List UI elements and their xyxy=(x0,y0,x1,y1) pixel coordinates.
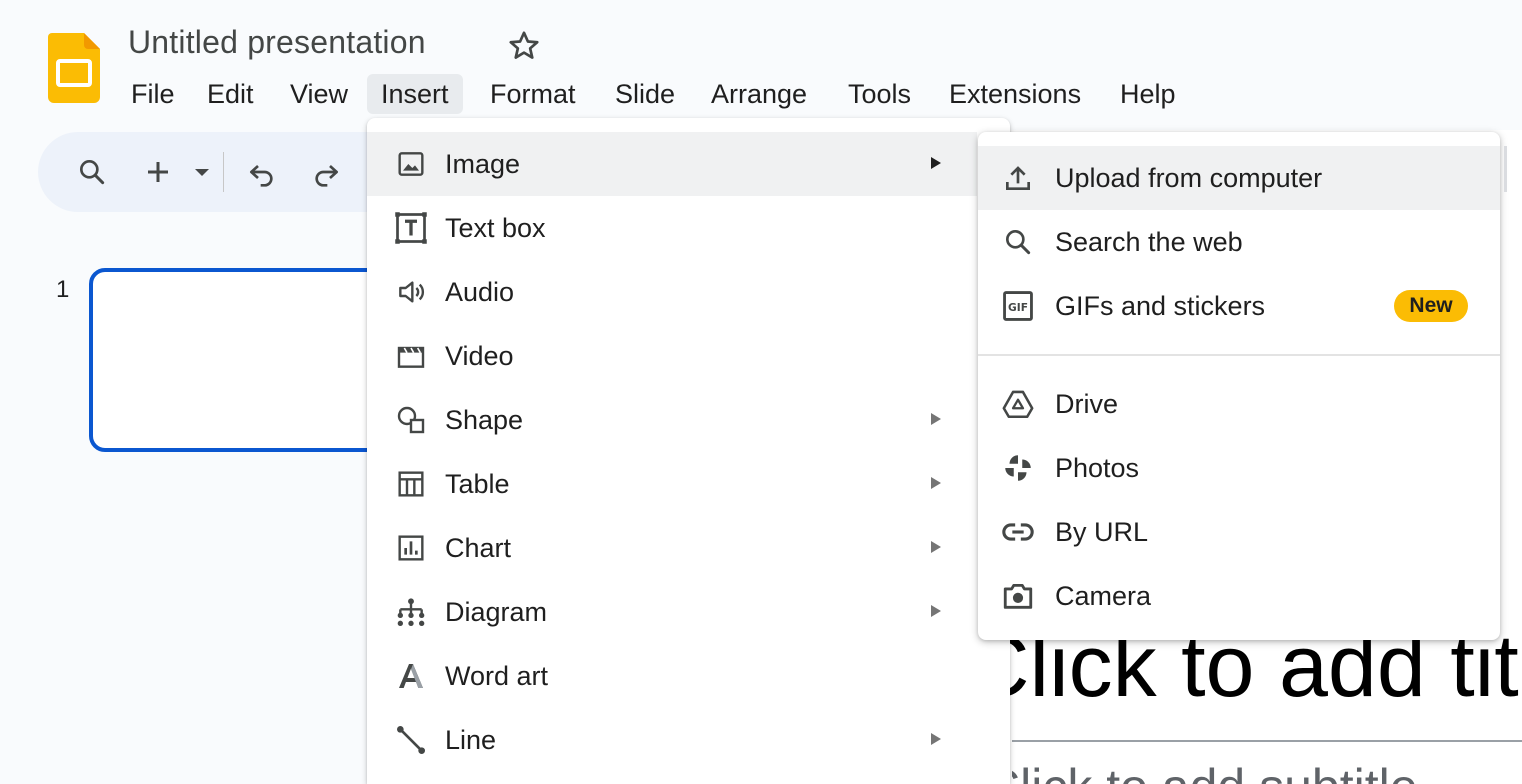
menu-extensions[interactable]: Extensions xyxy=(935,74,1095,114)
placeholder-divider xyxy=(1012,740,1522,742)
video-icon xyxy=(395,340,427,372)
insert-menu-item-table[interactable]: Table xyxy=(367,452,977,516)
link-icon xyxy=(1002,516,1034,548)
submenu-item-label: Search the web xyxy=(1055,227,1243,257)
menu-file[interactable]: File xyxy=(117,74,189,114)
star-icon[interactable] xyxy=(506,28,542,64)
line-icon xyxy=(395,724,427,756)
insert-menu-item-text-box[interactable]: Text box xyxy=(367,196,977,260)
svg-text:GIF: GIF xyxy=(1008,301,1028,314)
image-icon xyxy=(395,148,427,180)
submenu-scrollbar[interactable] xyxy=(1504,146,1507,192)
submenu-item-by-url[interactable]: By URL xyxy=(978,500,1500,564)
menu-insert[interactable]: Insert xyxy=(367,74,463,114)
google-slides-logo-icon[interactable] xyxy=(48,33,100,103)
submenu-arrow-icon xyxy=(929,729,943,749)
insert-menu-item-line[interactable]: Line xyxy=(367,708,977,772)
insert-menu-item-video[interactable]: Video xyxy=(367,324,977,388)
menu-slide[interactable]: Slide xyxy=(601,74,689,114)
submenu-arrow-icon xyxy=(929,153,943,173)
menu-help[interactable]: Help xyxy=(1106,74,1190,114)
submenu-item-label: Drive xyxy=(1055,389,1119,419)
menu-edit[interactable]: Edit xyxy=(193,74,268,114)
camera-icon xyxy=(1002,580,1034,612)
submenu-item-label: Camera xyxy=(1055,581,1152,611)
redo-icon[interactable] xyxy=(310,158,342,195)
image-submenu: Upload from computer Search the web GIF … xyxy=(978,132,1500,640)
insert-menu-item-shape[interactable]: Shape xyxy=(367,388,977,452)
undo-icon[interactable] xyxy=(246,158,278,195)
submenu-arrow-icon xyxy=(929,473,943,493)
insert-menu-item-label: Image xyxy=(445,149,521,179)
subtitle-placeholder[interactable]: Click to add subtitle xyxy=(1012,758,1522,784)
shape-icon xyxy=(395,404,427,436)
subtitle-placeholder-text: Click to add subtitle xyxy=(1012,758,1522,784)
insert-menu-item-word-art[interactable]: Word art xyxy=(367,644,977,708)
insert-menu-item-label: Shape xyxy=(445,405,524,435)
menu-view[interactable]: View xyxy=(276,74,362,114)
insert-menu-item-label: Table xyxy=(445,469,510,499)
submenu-item-upload-from-computer[interactable]: Upload from computer xyxy=(978,146,1500,210)
toolbar-divider xyxy=(223,152,224,192)
insert-menu-item-label: Word art xyxy=(445,661,549,691)
submenu-item-gifs-and-stickers[interactable]: GIF GIFs and stickers New xyxy=(978,274,1500,338)
submenu-item-label: Photos xyxy=(1055,453,1140,483)
insert-menu-item-label: Text box xyxy=(445,213,546,243)
gif-icon: GIF xyxy=(1002,290,1034,322)
insert-menu: Image Text box Audio Video Shape Table C… xyxy=(367,118,1010,784)
submenu-arrow-icon xyxy=(929,601,943,621)
menu-format[interactable]: Format xyxy=(476,74,590,114)
submenu-item-photos[interactable]: Photos xyxy=(978,436,1500,500)
submenu-arrow-icon xyxy=(929,537,943,557)
document-title[interactable]: Untitled presentation xyxy=(128,24,426,61)
insert-menu-item-diagram[interactable]: Diagram xyxy=(367,580,977,644)
dropdown-caret-icon[interactable] xyxy=(192,164,212,185)
submenu-item-camera[interactable]: Camera xyxy=(978,564,1500,628)
audio-icon xyxy=(395,276,427,308)
search-icon xyxy=(1002,226,1034,258)
table-icon xyxy=(395,468,427,500)
chart-icon xyxy=(395,532,427,564)
drive-icon xyxy=(1002,388,1034,420)
text-box-icon xyxy=(395,212,427,244)
insert-menu-item-label: Diagram xyxy=(445,597,548,627)
slide-number: 1 xyxy=(56,276,70,303)
insert-menu-item-audio[interactable]: Audio xyxy=(367,260,977,324)
diagram-icon xyxy=(395,596,427,628)
submenu-divider xyxy=(978,354,1500,356)
submenu-item-label: GIFs and stickers xyxy=(1055,291,1266,321)
insert-menu-item-label: Chart xyxy=(445,533,512,563)
submenu-item-label: By URL xyxy=(1055,517,1149,547)
insert-menu-item-image[interactable]: Image xyxy=(367,132,977,196)
submenu-item-drive[interactable]: Drive xyxy=(978,372,1500,436)
word-art-icon xyxy=(395,660,427,692)
insert-menu-item-label: Audio xyxy=(445,277,515,307)
search-icon[interactable] xyxy=(76,156,108,193)
photos-icon xyxy=(1002,452,1034,484)
menu-tools[interactable]: Tools xyxy=(834,74,925,114)
submenu-item-search-the-web[interactable]: Search the web xyxy=(978,210,1500,274)
insert-menu-item-chart[interactable]: Chart xyxy=(367,516,977,580)
new-badge: New xyxy=(1394,290,1468,322)
menu-arrange[interactable]: Arrange xyxy=(697,74,821,114)
insert-menu-item-label: Line xyxy=(445,725,497,755)
new-slide-plus-icon[interactable] xyxy=(143,157,173,192)
insert-menu-item-label: Video xyxy=(445,341,514,371)
upload-icon xyxy=(1002,162,1034,194)
submenu-item-label: Upload from computer xyxy=(1055,163,1323,193)
submenu-arrow-icon xyxy=(929,409,943,429)
